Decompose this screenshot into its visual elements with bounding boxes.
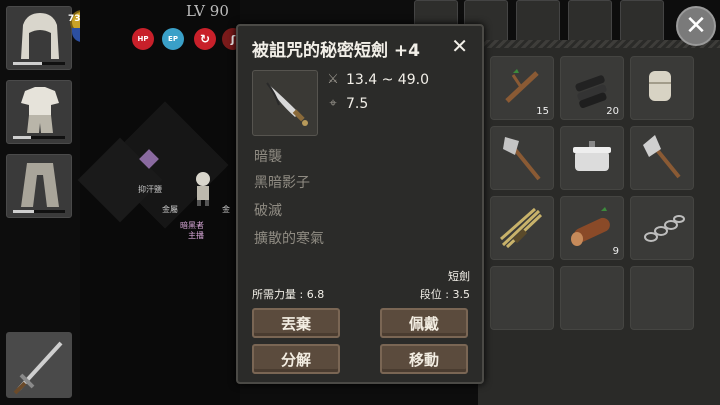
npc-name-3: 金: [222, 205, 230, 214]
durability-bar: [13, 210, 65, 213]
inventory-cell-pot[interactable]: [560, 126, 624, 190]
player-title: 主播: [188, 231, 204, 240]
item-count: 9: [612, 246, 619, 257]
axe-icon: [503, 137, 541, 181]
hp-icon: HP: [132, 28, 154, 50]
move-button[interactable]: 移動: [380, 344, 468, 374]
disassemble-button[interactable]: 分解: [252, 344, 340, 374]
pot-icon: [573, 141, 611, 171]
crossed-swords-icon: ⚔: [327, 72, 339, 87]
chain-icon: [644, 215, 685, 242]
equip-slot-cloak[interactable]: [6, 154, 72, 218]
cloak-icon: [21, 163, 59, 207]
player-character[interactable]: [188, 170, 218, 206]
item-count: 15: [536, 106, 549, 117]
accuracy-stat: ⌖ 7.5: [326, 96, 368, 112]
hood-icon: [21, 13, 59, 59]
top-slot-4[interactable]: [568, 0, 612, 44]
item-type: 短劍: [448, 270, 470, 283]
inventory-cell-charcoal[interactable]: 20: [560, 56, 624, 120]
durability-bar: [13, 62, 65, 65]
inventory-cell-hatchet[interactable]: [630, 126, 694, 190]
item-detail-dialog: 被詛咒的秘密短劍 +4 ✕ ⚔ 13.4 ~ 49.0 ⌖ 7.5 暗襲 黑暗影…: [236, 24, 484, 384]
inventory-cell-empty[interactable]: [560, 266, 624, 330]
effect-4: 擴散的寒氣: [254, 231, 324, 247]
close-icon: ✕: [685, 11, 707, 41]
inventory-cell-log[interactable]: 9: [560, 196, 624, 260]
item-title: 被詛咒的秘密短劍 +4: [252, 41, 420, 61]
weapon-slot[interactable]: [6, 332, 72, 398]
damage-value: 13.4 ~ 49.0: [346, 72, 429, 88]
swirl-icon: ↻: [194, 28, 216, 50]
equip-slot-head[interactable]: [6, 6, 72, 70]
npc-name-1: 抑汗鹽: [138, 185, 162, 194]
level-ring-value: 73: [68, 14, 81, 24]
hatchet-icon: [643, 135, 681, 179]
straw-icon: [500, 207, 543, 249]
required-strength: 所需力量 : 6.8: [252, 288, 325, 301]
level-label: LV 90: [186, 2, 229, 20]
top-slot-3[interactable]: [516, 0, 560, 44]
damage-stat: ⚔ 13.4 ~ 49.0: [326, 72, 429, 88]
inventory-cell-cloth-bundle[interactable]: [630, 56, 694, 120]
inventory-cell-empty[interactable]: [630, 266, 694, 330]
durability-bar: [13, 136, 65, 139]
item-tier: 段位 : 3.5: [419, 288, 470, 301]
equip-slot-body[interactable]: [6, 80, 72, 144]
dialog-close-button[interactable]: ✕: [451, 34, 468, 58]
cloth-icon: [649, 71, 671, 101]
inventory-close-button[interactable]: ✕: [676, 6, 716, 46]
hp-icon-label: HP: [137, 35, 149, 43]
inventory-cell-chain[interactable]: [630, 196, 694, 260]
inventory-cell-wood-branch[interactable]: 15: [490, 56, 554, 120]
shirt-icon: [21, 87, 59, 133]
effect-2: 黑暗影子: [254, 175, 310, 191]
ep-icon-label: EP: [168, 35, 178, 43]
crosshair-icon: ⌖: [329, 96, 337, 111]
ep-icon: EP: [162, 28, 184, 50]
sword-icon: [13, 341, 63, 395]
accuracy-value: 7.5: [346, 96, 369, 112]
effect-3: 破滅: [254, 203, 282, 219]
effect-1: 暗襲: [254, 149, 282, 165]
npc-name-2: 金屬: [162, 205, 178, 214]
inventory-cell-empty[interactable]: [490, 266, 554, 330]
inventory-cell-axe[interactable]: [490, 126, 554, 190]
close-icon: ✕: [451, 34, 468, 58]
game-world[interactable]: 抑汗鹽 金屬 金 暗黑者 主播: [77, 0, 240, 405]
dagger-icon: [266, 82, 308, 126]
item-count: 20: [606, 106, 619, 117]
inventory-cell-straw-bundle[interactable]: [490, 196, 554, 260]
equip-button[interactable]: 佩戴: [380, 308, 468, 338]
item-image: [252, 70, 318, 136]
discard-button[interactable]: 丟棄: [252, 308, 340, 338]
top-slot-5[interactable]: [620, 0, 664, 44]
